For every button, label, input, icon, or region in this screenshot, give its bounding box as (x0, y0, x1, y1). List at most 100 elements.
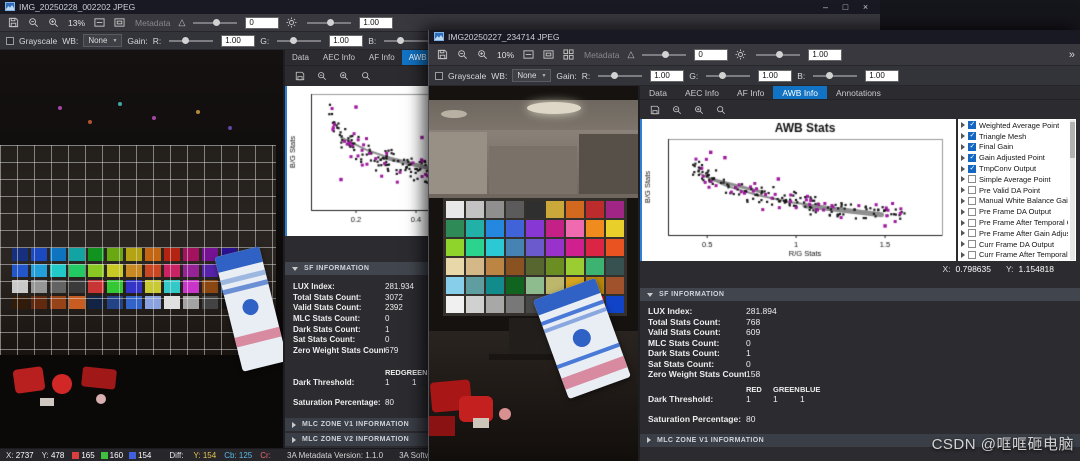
gain-b-input[interactable]: 1.00 (865, 69, 900, 82)
legend-checkbox[interactable] (968, 153, 976, 162)
legend-checkbox[interactable] (968, 229, 976, 238)
gain-b-slider[interactable] (384, 36, 429, 44)
titlebar[interactable]: IMG20250227_234714 JPEG (429, 30, 1080, 44)
wb-dropdown[interactable]: None (512, 69, 552, 82)
legend-checkbox[interactable] (968, 240, 976, 249)
grid-view-icon[interactable] (561, 47, 576, 62)
gain-g-input[interactable]: 1.00 (329, 34, 364, 47)
titlebar[interactable]: IMG_20250228_002202 JPEG – □ × (0, 0, 880, 14)
delta-slider[interactable] (642, 50, 687, 58)
legend-item[interactable]: Manual White Balance Gain (961, 196, 1068, 207)
fit-window-icon[interactable] (112, 15, 127, 30)
brightness-value-input[interactable]: 1.00 (359, 16, 394, 29)
panel-tab[interactable]: AWB Info (773, 86, 827, 99)
gain-g-slider[interactable] (277, 36, 322, 44)
panel-tab[interactable]: Data (285, 50, 316, 65)
gain-g-input[interactable]: 1.00 (758, 69, 793, 82)
legend-item[interactable]: Pre Valid DA Point (961, 185, 1068, 196)
legend-checkbox[interactable] (968, 218, 976, 227)
chart-zoom-in-button[interactable] (336, 69, 351, 84)
brightness-value-input[interactable]: 1.00 (808, 48, 843, 61)
legend-checkbox[interactable] (968, 142, 976, 151)
panel-tab[interactable]: Data (640, 86, 676, 99)
legend-checkbox[interactable] (968, 186, 976, 195)
zoom-level[interactable]: 13% (66, 18, 87, 28)
gain-r-slider[interactable] (169, 36, 214, 44)
chart-pan-button[interactable] (713, 102, 728, 117)
awb-stats-chart[interactable] (287, 86, 428, 236)
zoom-out-button[interactable] (455, 47, 470, 62)
legend-checkbox[interactable] (968, 175, 976, 184)
legend-checkbox[interactable] (968, 131, 976, 141)
grayscale-checkbox[interactable] (435, 71, 443, 80)
save-chart-button[interactable] (292, 69, 307, 84)
chart-pan-button[interactable] (358, 69, 373, 84)
legend-item[interactable]: Gain Adjusted Point (961, 152, 1068, 163)
legend-item[interactable]: Pre Frame After Temporal C (961, 217, 1068, 228)
gain-g-slider[interactable] (706, 71, 751, 79)
chart-zoom-out-button[interactable] (314, 69, 329, 84)
gain-r-slider[interactable] (598, 71, 643, 79)
awb-stats-chart-container (285, 86, 428, 236)
legend-checkbox[interactable] (968, 164, 976, 173)
fit-width-icon[interactable] (521, 47, 536, 62)
mlc-zone-v1-header[interactable]: MLC ZONE V1 INFORMATION (285, 418, 428, 432)
brightness-slider[interactable] (756, 50, 801, 58)
close-button[interactable]: × (856, 1, 875, 13)
legend-item[interactable]: TmpConv Output (961, 163, 1068, 174)
collapse-panel-button[interactable]: » (1069, 49, 1075, 61)
delta-value-input[interactable]: 0 (245, 16, 280, 29)
panel-tab[interactable]: AEC Info (676, 86, 728, 99)
fit-window-icon[interactable] (541, 47, 556, 62)
maximize-button[interactable]: □ (836, 1, 855, 13)
legend-item[interactable]: Curr Frame After Temporal C (961, 250, 1068, 261)
image-viewport[interactable] (0, 50, 283, 448)
delta-value-input[interactable]: 0 (694, 48, 729, 61)
delta-slider[interactable] (193, 18, 238, 26)
legend-item[interactable]: Pre Frame DA Output (961, 206, 1068, 217)
wb-dropdown[interactable]: None (83, 34, 123, 47)
chart-zoom-out-button[interactable] (669, 102, 684, 117)
chart-zoom-in-button[interactable] (691, 102, 706, 117)
minimize-button[interactable]: – (816, 1, 835, 13)
legend-item[interactable]: Final Gain (961, 142, 1068, 153)
panel-tab[interactable]: AF Info (362, 50, 402, 65)
legend-item[interactable]: Triangle Mesh (961, 131, 1068, 142)
metadata-button[interactable]: Metadata (584, 50, 619, 60)
legend-checkbox[interactable] (968, 207, 976, 216)
gain-b-slider[interactable] (813, 71, 858, 79)
image-viewport[interactable] (429, 86, 638, 461)
zoom-level[interactable]: 10% (495, 50, 516, 60)
save-chart-button[interactable] (647, 102, 662, 117)
legend-item[interactable]: Simple Average Point (961, 174, 1068, 185)
scrollbar-thumb[interactable] (1070, 122, 1075, 158)
legend-checkbox[interactable] (968, 120, 976, 130)
panel-tab[interactable]: Annotations (827, 86, 890, 99)
legend-checkbox[interactable] (968, 196, 976, 205)
legend-checkbox[interactable] (968, 250, 976, 259)
sf-information-header[interactable]: SF INFORMATION (640, 288, 1080, 301)
mlc-zone-v2-header[interactable]: MLC ZONE V2 INFORMATION (285, 433, 428, 447)
gain-r-input[interactable]: 1.00 (650, 69, 685, 82)
legend-scrollbar[interactable] (1070, 120, 1075, 260)
legend-item[interactable]: Curr Frame DA Output (961, 239, 1068, 250)
metadata-button[interactable]: Metadata (135, 18, 170, 28)
grayscale-checkbox[interactable] (6, 36, 14, 45)
brightness-slider[interactable] (307, 18, 352, 26)
panel-tab[interactable]: AF Info (728, 86, 773, 99)
panel-tab[interactable]: AWB Info (401, 50, 428, 65)
info-row: Dark Stats Count: 1 (648, 348, 751, 359)
awb-stats-chart[interactable] (642, 119, 952, 261)
panel-tab[interactable]: AEC Info (316, 50, 362, 65)
zoom-in-button[interactable] (46, 15, 61, 30)
legend-item[interactable]: Weighted Average Point (961, 120, 1068, 131)
legend-item[interactable]: Pre Frame After Gain Adjust (961, 228, 1068, 239)
fit-width-icon[interactable] (92, 15, 107, 30)
save-button[interactable] (6, 15, 21, 30)
zoom-in-button[interactable] (475, 47, 490, 62)
photo-shape (499, 408, 511, 420)
zoom-out-button[interactable] (26, 15, 41, 30)
gain-r-input[interactable]: 1.00 (221, 34, 256, 47)
sf-information-header[interactable]: SF INFORMATION (285, 262, 428, 275)
save-button[interactable] (435, 47, 450, 62)
